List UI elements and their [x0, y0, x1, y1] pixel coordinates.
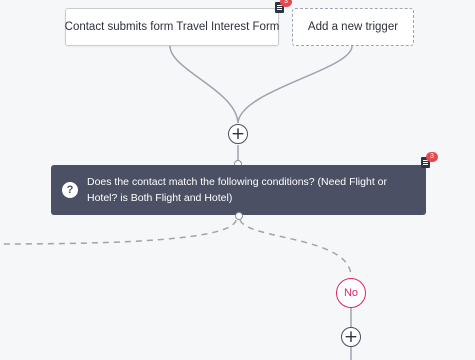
- trigger-form-submit[interactable]: Contact submits form Travel Interest For…: [65, 8, 279, 46]
- trigger-connector: [237, 45, 353, 124]
- connector-dot: [235, 212, 243, 220]
- condition-text: Does the contact match the following con…: [87, 176, 387, 204]
- notes-count: 3: [426, 152, 438, 162]
- no-branch-text: No: [343, 287, 359, 299]
- add-step-button[interactable]: +: [228, 124, 248, 144]
- trigger-connector: [169, 45, 239, 124]
- add-step-button-no-branch[interactable]: +: [341, 327, 361, 347]
- no-branch-connector: [239, 219, 352, 277]
- trigger-notes-badge[interactable]: 3: [275, 0, 292, 16]
- trigger-label: Contact submits form Travel Interest For…: [64, 21, 280, 33]
- add-trigger-label: Add a new trigger: [307, 21, 399, 33]
- notes-count: 3: [280, 0, 292, 7]
- plus-icon: +: [230, 123, 246, 144]
- condition-node[interactable]: ? Does the contact match the following c…: [51, 165, 426, 215]
- automation-canvas: Contact submits form Travel Interest For…: [0, 0, 475, 360]
- condition-notes-badge[interactable]: 3: [421, 152, 438, 171]
- plus-icon: +: [343, 326, 359, 347]
- no-branch-label[interactable]: No: [336, 278, 366, 308]
- add-trigger-button[interactable]: Add a new trigger: [292, 8, 414, 46]
- question-icon: ?: [62, 182, 78, 198]
- yes-branch-connector: [0, 219, 237, 245]
